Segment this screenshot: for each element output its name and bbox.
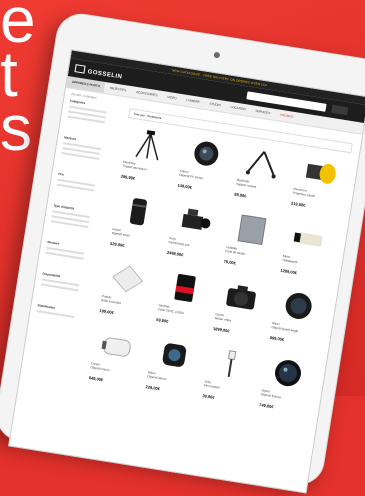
product-image[interactable]: [279, 288, 317, 323]
product-grid: Manfrotto Trépied aluminium 299,99€ Canon Ob…: [86, 122, 351, 420]
tablet-device: NEW CATALOGUE · FREE DELIVERY ON ORDERS …: [0, 10, 365, 494]
product-card[interactable]: Canon Objectif EF 50mm 149,00€: [174, 131, 237, 201]
product-image[interactable]: [300, 154, 338, 189]
product-price: 219,00€: [290, 200, 306, 208]
product-card[interactable]: Nikon Objectif grand angle 899,00€: [267, 283, 330, 353]
product-card[interactable]: Elinchrom Projecteur studio 219,00€: [288, 149, 351, 219]
product-card[interactable]: Nikon Objectif 35mm 229,00€: [143, 332, 206, 402]
product-image[interactable]: [222, 279, 260, 314]
product-image[interactable]: [176, 203, 214, 238]
product-image[interactable]: [165, 270, 203, 305]
logo-text: GOSSELIN: [87, 69, 123, 81]
product-image[interactable]: [98, 329, 136, 364]
product-price: 529,00€: [109, 240, 125, 248]
product-image[interactable]: [119, 194, 157, 229]
product-card[interactable]: Nikon Téléobjectif 1299,00€: [277, 216, 340, 286]
product-card[interactable]: Manfrotto Trépied aluminium 299,99€: [118, 122, 181, 192]
site-logo[interactable]: GOSSELIN: [74, 64, 123, 81]
headline-line-3: s: [0, 92, 32, 164]
product-price: 59,90€: [155, 316, 169, 324]
tablet-screen: NEW CATALOGUE · FREE DELIVERY ON ORDERS …: [8, 49, 365, 494]
product-price: 749,00€: [258, 402, 274, 410]
product-card[interactable]: Sigma Objectif fisheye 749,00€: [256, 350, 319, 420]
product-card[interactable]: Lastolite Fond de studio 79,00€: [221, 207, 284, 277]
product-image[interactable]: [243, 145, 281, 180]
product-card[interactable]: Canon Objectif macro 649,00€: [86, 323, 149, 393]
product-image[interactable]: [268, 356, 306, 391]
product-price: 899,00€: [269, 334, 285, 343]
product-price: 39,90€: [202, 393, 215, 400]
product-card[interactable]: Joby Mini trépied 39,90€: [199, 341, 262, 411]
product-price: 229,00€: [145, 384, 161, 392]
product-price: 199,00€: [99, 307, 115, 316]
product-image[interactable]: [233, 212, 271, 247]
product-card[interactable]: SanDisk Carte SDXC 128Go 59,90€: [153, 265, 216, 335]
product-image[interactable]: [130, 127, 168, 162]
product-image[interactable]: [290, 221, 328, 256]
product-price: 89,90€: [233, 191, 247, 199]
cart-icon[interactable]: [331, 104, 349, 116]
product-card[interactable]: Sony Caméscope pro 2499,00€: [164, 198, 227, 268]
product-price: 299,99€: [120, 173, 136, 181]
product-listing: Trier par : Pertinence Manfrotto Trépied …: [86, 108, 353, 420]
product-image[interactable]: [212, 347, 250, 382]
product-card[interactable]: Profoto Boîte à lumière 199,00€: [96, 256, 159, 326]
product-image[interactable]: [155, 338, 193, 373]
product-card[interactable]: Canon Boîtier reflex 1899,00€: [210, 274, 273, 344]
product-price: 649,00€: [88, 375, 104, 383]
product-price: 2499,00€: [166, 249, 184, 258]
product-price: 1299,00€: [280, 267, 298, 276]
product-price: 1899,00€: [212, 325, 230, 334]
product-price: 149,00€: [177, 182, 193, 190]
camera-icon: [213, 51, 221, 59]
product-image[interactable]: [187, 136, 225, 171]
product-price: 79,00€: [223, 258, 237, 266]
product-card[interactable]: Canon Objectif zoom 529,00€: [107, 189, 170, 259]
logo-icon: [74, 64, 86, 74]
headline-text: e t s: [0, 0, 36, 164]
product-image[interactable]: [109, 261, 147, 296]
product-card[interactable]: Manfrotto Support roulant 89,90€: [231, 140, 294, 210]
